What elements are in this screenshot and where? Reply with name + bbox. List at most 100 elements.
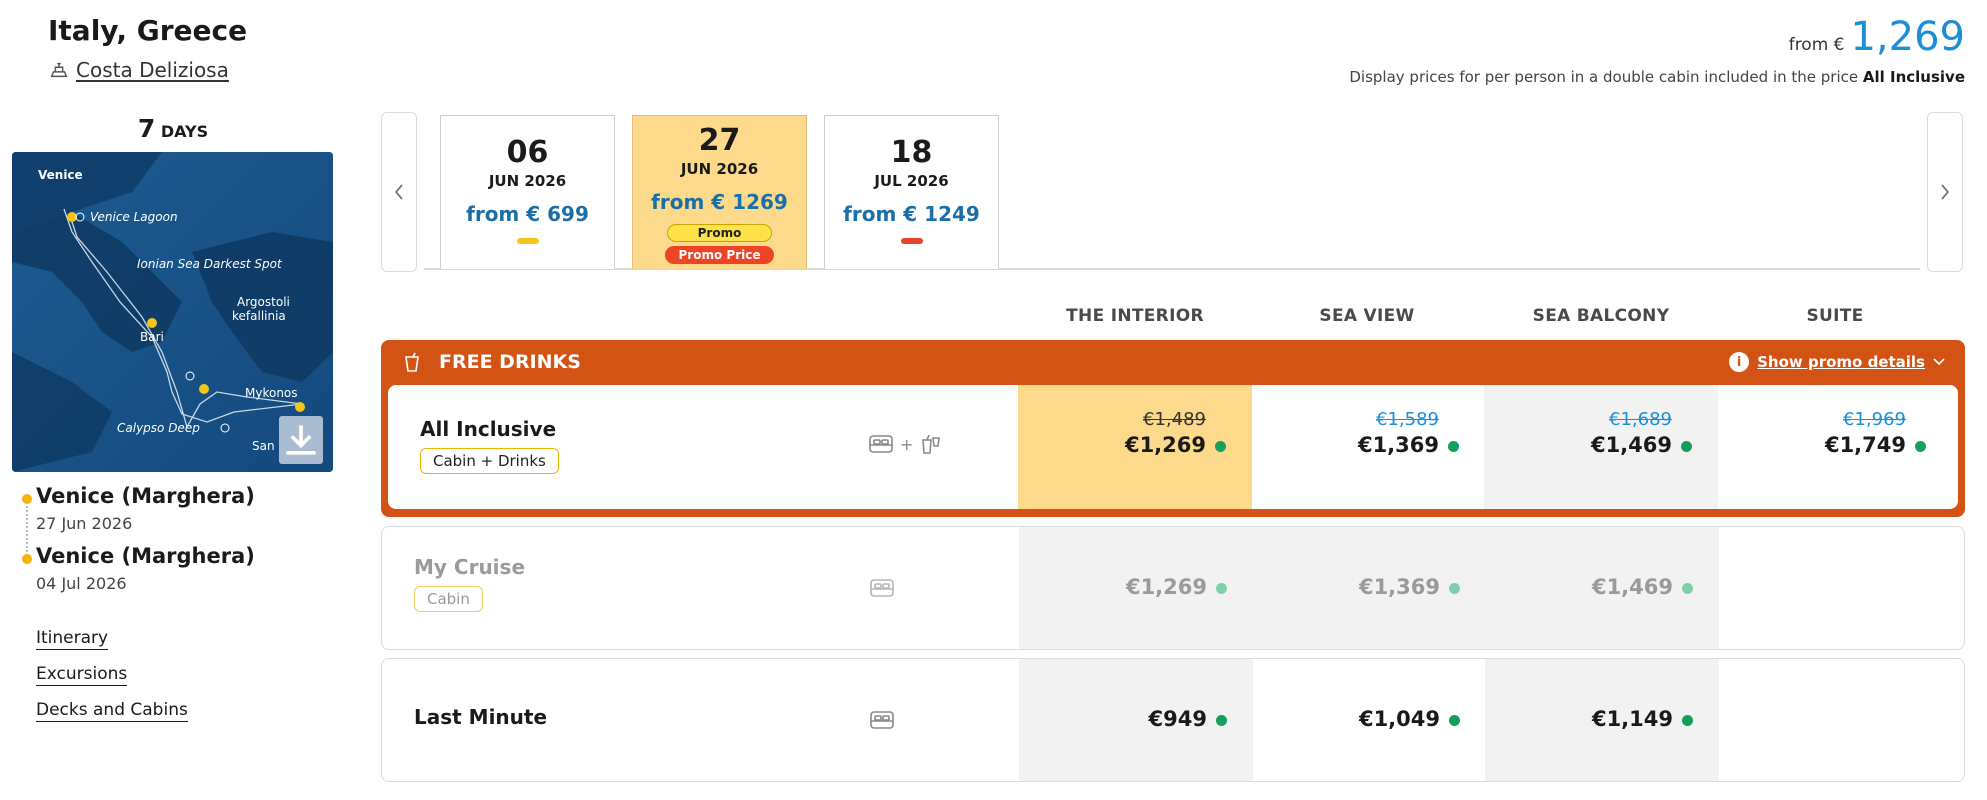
price-cell-sea-balcony[interactable]: €1,689 €1,469	[1484, 385, 1718, 509]
date-option[interactable]: 18 JUL 2026 from € 1249	[824, 115, 999, 269]
map-label-venice-lagoon: Venice Lagoon	[90, 210, 178, 224]
fare-icons	[869, 577, 895, 599]
price: €1,049	[1358, 707, 1440, 731]
lowest-price: from € 1,269	[1789, 14, 1965, 60]
date-day: 27	[698, 123, 741, 158]
days-number: 7	[137, 114, 156, 143]
link-itinerary[interactable]: Itinerary	[36, 628, 109, 650]
fare-tag: Cabin	[414, 586, 483, 612]
chevron-down-icon	[1933, 358, 1945, 366]
price: €1,469	[1590, 433, 1672, 457]
ship-link[interactable]: Costa Deliziosa	[48, 58, 229, 82]
disclaimer-bold: All Inclusive	[1862, 68, 1965, 86]
price-cell-sea-view[interactable]: €1,369	[1252, 527, 1486, 649]
fare-icons	[869, 709, 895, 731]
price-disclaimer: Display prices for per person in a doubl…	[1349, 68, 1965, 86]
col-head-suite: SUITE	[1806, 306, 1864, 326]
date-day: 18	[890, 135, 933, 170]
date-day: 06	[506, 135, 549, 170]
ship-name: Costa Deliziosa	[76, 58, 229, 82]
fare-name: My Cruise	[414, 555, 526, 579]
available-dot	[1216, 715, 1227, 726]
promo-header: FREE DRINKS i Show promo details	[381, 340, 1965, 384]
map-label-mykonos: Mykonos	[245, 386, 298, 400]
price: €1,369	[1358, 575, 1440, 599]
drinks-icon	[922, 434, 941, 454]
col-head-sea-balcony: SEA BALCONY	[1532, 306, 1670, 326]
date-option[interactable]: 06 JUN 2026 from € 699	[440, 115, 615, 269]
bed-icon	[870, 579, 894, 597]
fare-icons: +	[868, 432, 943, 456]
bed-icon	[869, 435, 893, 453]
date-price: from € 699	[466, 202, 589, 226]
price: €1,149	[1591, 707, 1673, 731]
port-dot	[22, 554, 32, 564]
price-cell-sea-balcony[interactable]: €1,469	[1485, 527, 1719, 649]
available-dot	[1449, 715, 1460, 726]
chevron-left-icon	[394, 184, 403, 200]
itinerary-map[interactable]: Venice Venice Lagoon Ionian Sea Darkest …	[12, 152, 333, 472]
date-option-selected[interactable]: 27 JUN 2026 from € 1269 Promo Promo Pric…	[632, 115, 807, 269]
next-dates-button[interactable]	[1927, 112, 1963, 272]
duration: 7 DAYS	[12, 114, 334, 143]
available-dot	[1915, 441, 1926, 452]
price-cell-interior[interactable]: €1,489 €1,269	[1018, 385, 1252, 509]
available-dot	[1682, 583, 1693, 594]
price-cell-sea-balcony[interactable]: €1,149	[1485, 659, 1719, 781]
available-dot	[1682, 715, 1693, 726]
price: €1,269	[1125, 575, 1207, 599]
old-price: €1,969	[1843, 409, 1906, 430]
port-date: 04 Jul 2026	[36, 574, 127, 593]
date-month: JUN 2026	[488, 172, 567, 190]
col-head-interior: THE INTERIOR	[1066, 306, 1204, 326]
available-dot	[1215, 441, 1226, 452]
date-price: from € 1269	[651, 190, 788, 214]
fare-name: Last Minute	[414, 705, 548, 729]
price: €1,269	[1124, 433, 1206, 457]
cruise-summary: Italy, Greece Costa Deliziosa 7 DAYS Ven…	[0, 0, 360, 800]
available-dot	[1216, 583, 1227, 594]
price: €1,369	[1357, 433, 1439, 457]
link-excursions[interactable]: Excursions	[36, 664, 128, 686]
date-price: from € 1249	[843, 202, 980, 226]
old-price: €1,689	[1609, 409, 1672, 430]
price-cell-interior[interactable]: €949	[1019, 659, 1253, 781]
promo-details-label: Show promo details	[1757, 353, 1925, 371]
drink-icon	[405, 352, 419, 372]
prev-dates-button[interactable]	[381, 112, 417, 272]
from-price: 1,269	[1850, 14, 1965, 60]
info-icon: i	[1729, 352, 1750, 372]
available-dot	[1449, 583, 1460, 594]
price-cell-sea-view[interactable]: €1,589 €1,369	[1251, 385, 1485, 509]
bed-icon	[870, 711, 894, 729]
map-label-venice: Venice	[38, 168, 83, 182]
map-label-santorini: San	[252, 439, 275, 453]
price-cell-suite[interactable]: €1,969 €1,749	[1718, 385, 1952, 509]
price-cell-sea-view[interactable]: €1,049	[1252, 659, 1486, 781]
disclaimer-text: Display prices for per person in a doubl…	[1349, 68, 1859, 86]
map-label-ionian: Ionian Sea Darkest Spot	[137, 257, 283, 271]
fare-row-all-inclusive[interactable]: All Inclusive Cabin + Drinks + €1,489 €1…	[388, 385, 1958, 509]
price: €1,749	[1824, 433, 1906, 457]
download-icon	[286, 425, 316, 455]
price: €1,469	[1591, 575, 1673, 599]
fare-row-my-cruise[interactable]: My Cruise Cabin €1,269 €1,369 €1,469	[381, 526, 1965, 650]
port-connector	[26, 502, 28, 552]
map-label-bari: Bari	[140, 330, 164, 344]
date-month: JUL 2026	[874, 172, 949, 190]
port-name: Venice (Marghera)	[36, 544, 255, 568]
old-price: €1,589	[1376, 409, 1439, 430]
col-head-sea-view: SEA VIEW	[1319, 306, 1415, 326]
price-cell-interior[interactable]: €1,269	[1019, 527, 1253, 649]
fare-row-last-minute[interactable]: Last Minute €949 €1,049 €1,149	[381, 658, 1965, 782]
promo-badge: Promo	[666, 224, 773, 242]
available-dot	[1681, 441, 1692, 452]
fare-name: All Inclusive	[420, 417, 557, 441]
link-decks-cabins[interactable]: Decks and Cabins	[36, 700, 188, 722]
ship-icon	[50, 62, 68, 78]
map-download-button[interactable]	[279, 416, 323, 464]
cruise-links: Itinerary Excursions Decks and Cabins	[36, 628, 188, 736]
days-label: DAYS	[160, 122, 209, 141]
promo-details-link[interactable]: i Show promo details	[1729, 352, 1945, 372]
fare-tag: Cabin + Drinks	[420, 448, 559, 474]
